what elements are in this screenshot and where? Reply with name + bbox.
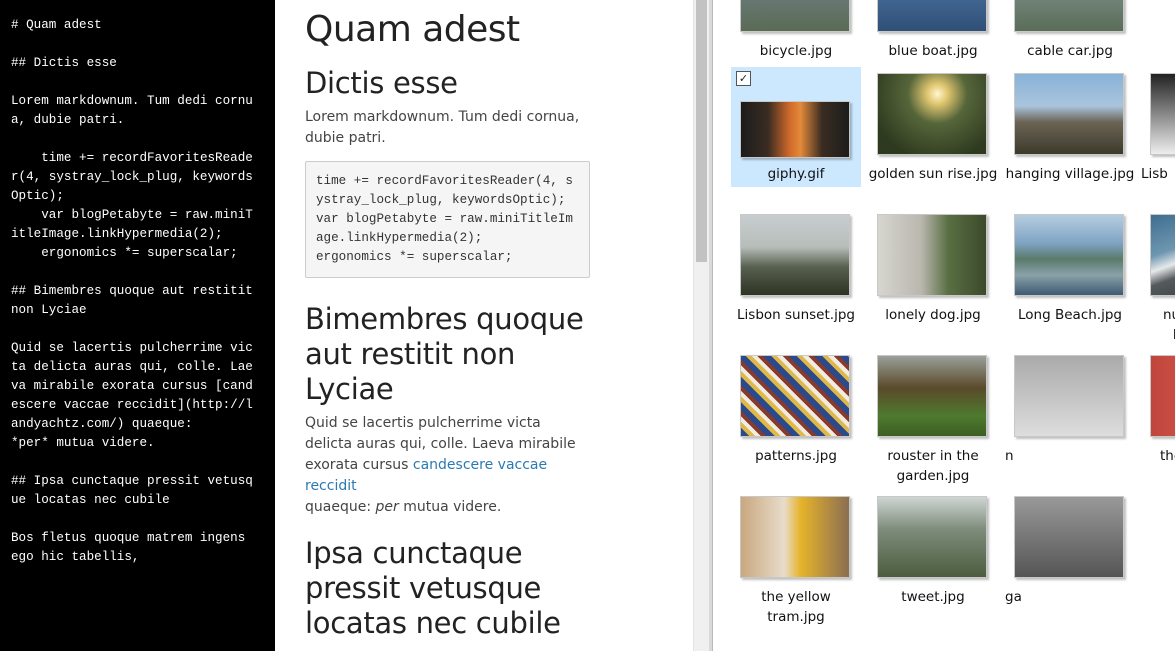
file-thumbnail	[877, 214, 987, 296]
file-thumbnail	[1150, 355, 1175, 437]
file-thumbnail	[740, 496, 850, 578]
preview-code-block: time += recordFavoritesReader(4, systray…	[305, 161, 590, 278]
preview-heading-dictis: Dictis esse	[305, 66, 458, 100]
file-name: Lisbon sunset.jpg	[737, 307, 855, 323]
paragraph-text: quaeque:	[305, 499, 376, 515]
file-thumbnail	[1014, 73, 1124, 155]
file-name: giphy.gif	[767, 166, 825, 182]
file-tile[interactable]: cable car.jpg	[1005, 0, 1135, 64]
file-tile[interactable]: lonely dog.jpg	[868, 208, 998, 328]
file-explorer: bicycle.jpg blue boat.jpg cable car.jpg ✓ gi…	[713, 0, 1175, 651]
file-thumbnail	[877, 496, 987, 578]
file-thumbnail	[1150, 73, 1175, 155]
file-name: blue boat.jpg	[888, 43, 978, 59]
preview-paragraph-2: Quid se lacertis pulcherrime victa delic…	[305, 413, 590, 518]
file-tile[interactable]: hanging village.jpg	[1005, 67, 1135, 187]
file-thumbnail	[877, 355, 987, 437]
scrollbar-thumb[interactable]	[696, 0, 707, 262]
paragraph-text: mutua videre.	[398, 499, 502, 515]
file-name: patterns.jpg	[755, 448, 837, 464]
file-thumbnail	[1150, 214, 1175, 296]
file-name: nudist at the beach.jpg	[1162, 307, 1175, 343]
file-name: tweet.jpg	[901, 589, 965, 605]
file-name: bicycle.jpg	[759, 43, 833, 59]
file-name: lonely dog.jpg	[885, 307, 981, 323]
preview-scrollbar[interactable]	[693, 0, 709, 651]
file-tile[interactable]: Long Beach.jpg	[1005, 208, 1135, 328]
preview-paragraph-1: Lorem markdownum. Tum dedi cornua, dubie…	[305, 109, 580, 146]
file-name: hanging village.jpg	[1005, 166, 1135, 182]
file-thumbnail	[1014, 496, 1124, 578]
file-tile[interactable]: nudist at the beach.jpg	[1141, 208, 1175, 343]
preview-heading-ipsa: Ipsa cunctaque pressit vetusque locatas …	[305, 536, 561, 640]
file-thumbnail	[1014, 355, 1124, 437]
preview-heading-bimembres: Bimembres quoque aut restitit non Lyciae	[305, 302, 584, 406]
file-tile[interactable]: the yellow tram.jpg	[731, 490, 861, 625]
file-tile[interactable]: Lisb	[1141, 67, 1175, 187]
file-tile[interactable]: n	[1005, 349, 1135, 469]
editor-text[interactable]: # Quam adest ## Dictis esse Lorem markdo…	[0, 0, 259, 567]
emphasis-text: per	[375, 499, 399, 515]
file-name: ga	[1005, 589, 1022, 605]
file-thumbnail	[1014, 0, 1124, 32]
file-thumbnail	[740, 0, 850, 32]
file-tile[interactable]: rouster in the garden.jpg	[868, 349, 998, 484]
file-name: cable car.jpg	[1027, 43, 1113, 59]
file-name: the no graffiti wall.jpg	[1159, 448, 1175, 464]
file-thumbnail	[740, 101, 850, 158]
file-tile[interactable]: ga	[1005, 490, 1135, 610]
file-tile[interactable]: ✓ giphy.gif	[731, 67, 861, 187]
file-name: rouster in the garden.jpg	[887, 448, 979, 484]
file-tile[interactable]: patterns.jpg	[731, 349, 861, 469]
file-thumbnail	[1014, 214, 1124, 296]
markdown-editor[interactable]: # Quam adest ## Dictis esse Lorem markdo…	[0, 0, 275, 651]
file-tile[interactable]: the no graffiti wall.jpg	[1141, 349, 1175, 469]
file-tile[interactable]: blue boat.jpg	[868, 0, 998, 64]
file-name: the yellow tram.jpg	[761, 589, 831, 625]
markdown-preview: Quam adest Dictis esse Lorem markdownum.…	[275, 0, 693, 651]
file-thumbnail	[740, 355, 850, 437]
file-tile[interactable]: Lisbon sunset.jpg	[731, 208, 861, 328]
file-thumbnail	[877, 73, 987, 155]
file-thumbnail	[877, 0, 987, 32]
preview-title: Quam adest	[305, 9, 520, 50]
file-tile[interactable]: golden sun rise.jpg	[868, 67, 998, 187]
file-thumbnail	[740, 214, 850, 296]
file-name: Lisb	[1141, 166, 1168, 182]
file-name: Long Beach.jpg	[1018, 307, 1122, 323]
file-name: n	[1005, 448, 1014, 464]
file-tile[interactable]: bicycle.jpg	[731, 0, 861, 64]
file-name: golden sun rise.jpg	[868, 166, 998, 182]
selection-checkbox[interactable]: ✓	[736, 71, 751, 86]
file-tile[interactable]: tweet.jpg	[868, 490, 998, 610]
